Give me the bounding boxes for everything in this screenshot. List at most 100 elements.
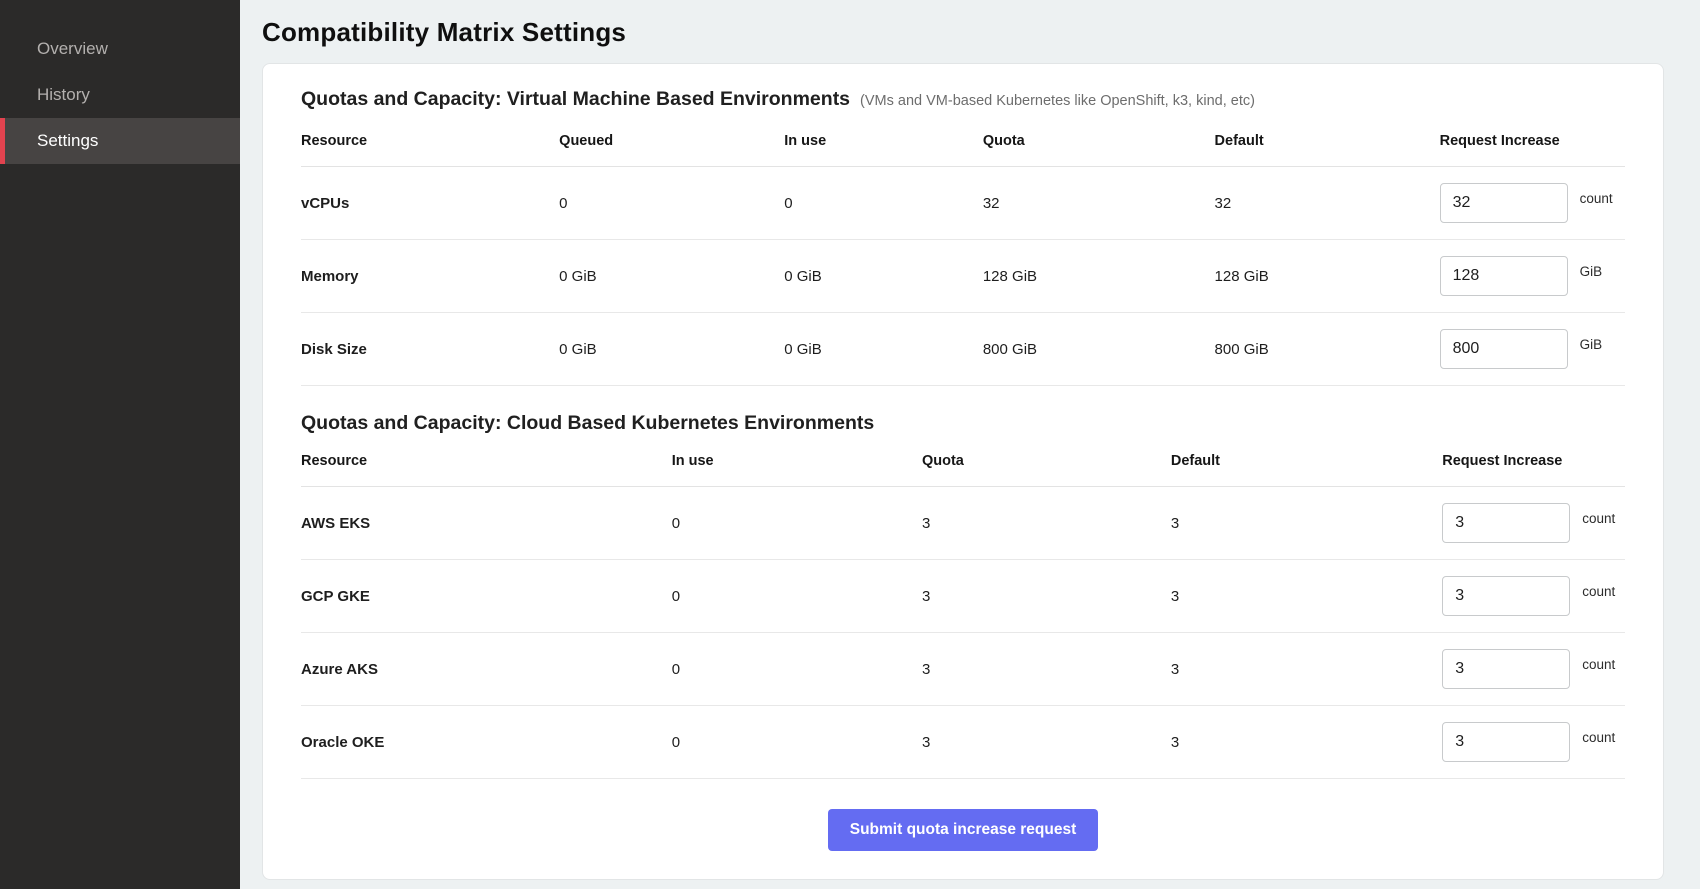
cloud-quota-table: Resource In use Quota Default Request In… bbox=[301, 451, 1625, 779]
resource-name: AWS EKS bbox=[301, 487, 672, 560]
unit-label: count bbox=[1580, 191, 1613, 206]
table-row: Disk Size 0 GiB 0 GiB 800 GiB 800 GiB Gi… bbox=[301, 313, 1625, 386]
main-content: Compatibility Matrix Settings Quotas and… bbox=[240, 0, 1700, 889]
queued-value: 0 bbox=[559, 167, 784, 240]
unit-label: count bbox=[1582, 657, 1615, 672]
vm-section-title: Quotas and Capacity: Virtual Machine Bas… bbox=[301, 88, 850, 111]
sidebar-nav: Overview History Settings bbox=[0, 26, 240, 164]
request-increase-cell: count bbox=[1442, 633, 1625, 706]
quota-value: 3 bbox=[922, 706, 1171, 779]
default-value: 3 bbox=[1171, 633, 1442, 706]
table-row: Memory 0 GiB 0 GiB 128 GiB 128 GiB GiB bbox=[301, 240, 1625, 313]
col-header-default: Default bbox=[1215, 131, 1440, 167]
app-root: Overview History Settings Compatibility … bbox=[0, 0, 1700, 889]
in-use-value: 0 bbox=[672, 487, 922, 560]
unit-label: count bbox=[1582, 584, 1615, 599]
table-row: GCP GKE 0 3 3 count bbox=[301, 560, 1625, 633]
cloud-section-title: Quotas and Capacity: Cloud Based Kuberne… bbox=[301, 412, 874, 435]
table-row: AWS EKS 0 3 3 count bbox=[301, 487, 1625, 560]
unit-label: GiB bbox=[1580, 337, 1603, 352]
sidebar-item-label: Overview bbox=[37, 39, 108, 59]
request-increase-input[interactable] bbox=[1442, 722, 1570, 762]
request-increase-cell: count bbox=[1440, 167, 1625, 240]
vm-table-body: vCPUs 0 0 32 32 count Memory 0 GiB 0 GiB… bbox=[301, 167, 1625, 386]
request-increase-cell: GiB bbox=[1440, 240, 1625, 313]
in-use-value: 0 bbox=[784, 167, 983, 240]
vm-section-subtitle: (VMs and VM-based Kubernetes like OpenSh… bbox=[860, 93, 1255, 109]
in-use-value: 0 bbox=[672, 706, 922, 779]
col-header-in-use: In use bbox=[672, 451, 922, 487]
resource-name: Azure AKS bbox=[301, 633, 672, 706]
quota-value: 32 bbox=[983, 167, 1215, 240]
default-value: 3 bbox=[1171, 560, 1442, 633]
sidebar-item-overview[interactable]: Overview bbox=[0, 26, 240, 72]
table-row: Oracle OKE 0 3 3 count bbox=[301, 706, 1625, 779]
default-value: 32 bbox=[1215, 167, 1440, 240]
cloud-quotas-section: Quotas and Capacity: Cloud Based Kuberne… bbox=[301, 412, 1625, 779]
page-header: Compatibility Matrix Settings bbox=[240, 0, 1700, 63]
request-increase-control: count bbox=[1442, 503, 1625, 543]
request-increase-cell: GiB bbox=[1440, 313, 1625, 386]
resource-name: Memory bbox=[301, 240, 559, 313]
sidebar-item-label: Settings bbox=[37, 131, 98, 151]
request-increase-control: GiB bbox=[1440, 256, 1625, 296]
sidebar: Overview History Settings bbox=[0, 0, 240, 889]
in-use-value: 0 GiB bbox=[784, 313, 983, 386]
request-increase-cell: count bbox=[1442, 560, 1625, 633]
sidebar-item-history[interactable]: History bbox=[0, 72, 240, 118]
vm-table-header: Resource Queued In use Quota Default Req… bbox=[301, 131, 1625, 167]
request-increase-input[interactable] bbox=[1440, 256, 1568, 296]
cloud-table-header: Resource In use Quota Default Request In… bbox=[301, 451, 1625, 487]
col-header-default: Default bbox=[1171, 451, 1442, 487]
col-header-in-use: In use bbox=[784, 131, 983, 167]
resource-name: GCP GKE bbox=[301, 560, 672, 633]
in-use-value: 0 bbox=[672, 560, 922, 633]
queued-value: 0 GiB bbox=[559, 313, 784, 386]
request-increase-cell: count bbox=[1442, 487, 1625, 560]
request-increase-control: count bbox=[1442, 576, 1625, 616]
request-increase-control: count bbox=[1442, 722, 1625, 762]
request-increase-input[interactable] bbox=[1440, 329, 1568, 369]
submit-row: Submit quota increase request bbox=[301, 809, 1625, 851]
resource-name: Oracle OKE bbox=[301, 706, 672, 779]
vm-section-header: Quotas and Capacity: Virtual Machine Bas… bbox=[301, 88, 1625, 111]
col-header-request-increase: Request Increase bbox=[1440, 131, 1625, 167]
vm-quotas-section: Quotas and Capacity: Virtual Machine Bas… bbox=[301, 88, 1625, 386]
request-increase-control: GiB bbox=[1440, 329, 1625, 369]
default-value: 128 GiB bbox=[1215, 240, 1440, 313]
cloud-table-body: AWS EKS 0 3 3 count GCP GKE 0 3 3 count … bbox=[301, 487, 1625, 779]
default-value: 3 bbox=[1171, 706, 1442, 779]
request-increase-input[interactable] bbox=[1442, 649, 1570, 689]
queued-value: 0 GiB bbox=[559, 240, 784, 313]
unit-label: count bbox=[1582, 730, 1615, 745]
unit-label: GiB bbox=[1580, 264, 1603, 279]
sidebar-item-label: History bbox=[37, 85, 90, 105]
default-value: 3 bbox=[1171, 487, 1442, 560]
default-value: 800 GiB bbox=[1215, 313, 1440, 386]
request-increase-input[interactable] bbox=[1440, 183, 1568, 223]
cloud-section-header: Quotas and Capacity: Cloud Based Kuberne… bbox=[301, 412, 1625, 435]
request-increase-control: count bbox=[1440, 183, 1625, 223]
vm-quota-table: Resource Queued In use Quota Default Req… bbox=[301, 131, 1625, 386]
submit-quota-increase-button[interactable]: Submit quota increase request bbox=[828, 809, 1099, 851]
request-increase-input[interactable] bbox=[1442, 576, 1570, 616]
col-header-quota: Quota bbox=[983, 131, 1215, 167]
settings-card: Quotas and Capacity: Virtual Machine Bas… bbox=[262, 63, 1664, 880]
table-row: Azure AKS 0 3 3 count bbox=[301, 633, 1625, 706]
quota-value: 800 GiB bbox=[983, 313, 1215, 386]
unit-label: count bbox=[1582, 511, 1615, 526]
table-row: vCPUs 0 0 32 32 count bbox=[301, 167, 1625, 240]
page-title: Compatibility Matrix Settings bbox=[262, 17, 1664, 48]
resource-name: vCPUs bbox=[301, 167, 559, 240]
quota-value: 3 bbox=[922, 633, 1171, 706]
col-header-resource: Resource bbox=[301, 451, 672, 487]
quota-value: 3 bbox=[922, 560, 1171, 633]
col-header-request-increase: Request Increase bbox=[1442, 451, 1625, 487]
sidebar-item-settings[interactable]: Settings bbox=[0, 118, 240, 164]
request-increase-control: count bbox=[1442, 649, 1625, 689]
resource-name: Disk Size bbox=[301, 313, 559, 386]
in-use-value: 0 bbox=[672, 633, 922, 706]
in-use-value: 0 GiB bbox=[784, 240, 983, 313]
request-increase-input[interactable] bbox=[1442, 503, 1570, 543]
request-increase-cell: count bbox=[1442, 706, 1625, 779]
